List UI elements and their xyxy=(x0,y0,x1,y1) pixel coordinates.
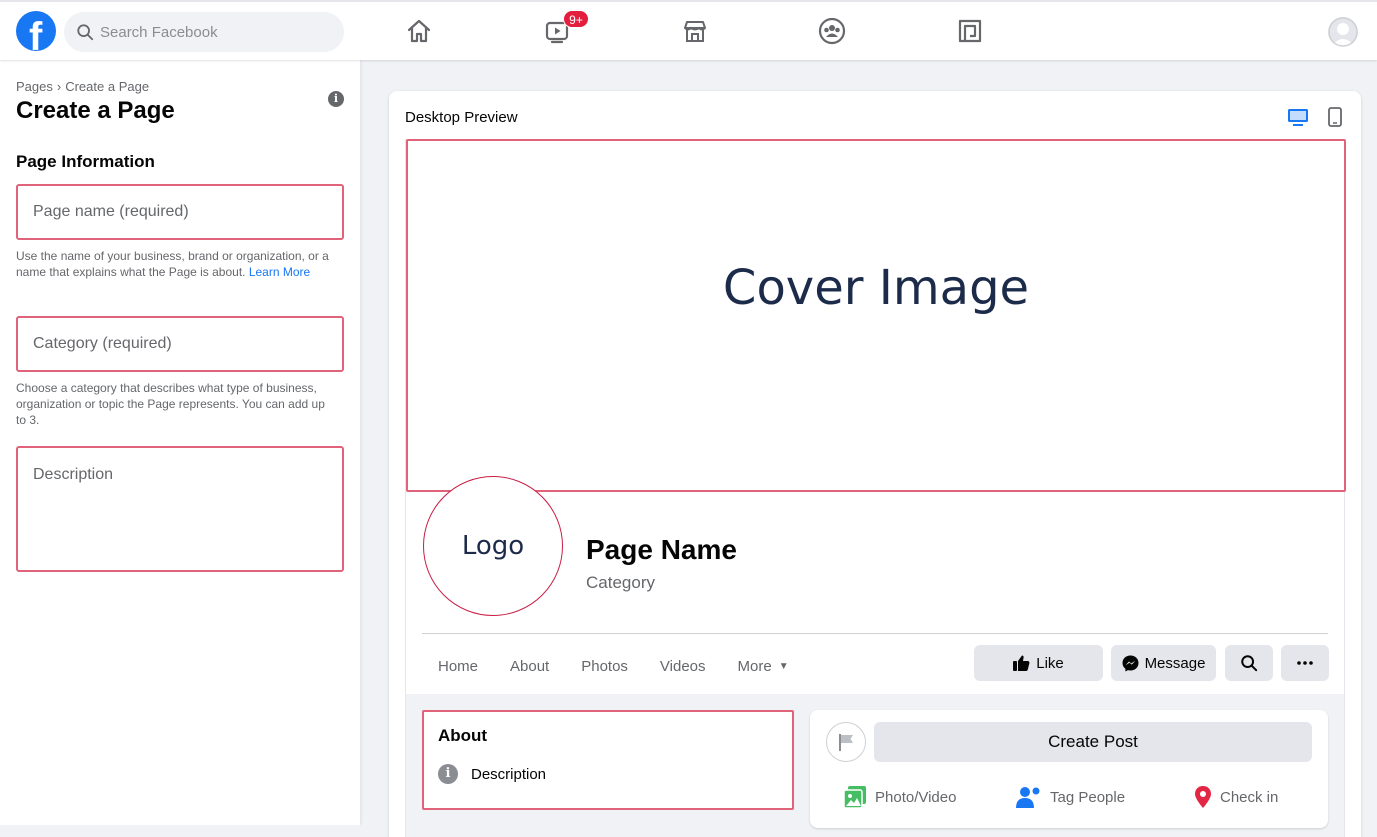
preview-tabs: Home About Photos Videos More ▼ xyxy=(422,646,821,686)
sidebar-footer-strip xyxy=(0,825,360,837)
search-icon xyxy=(77,24,94,41)
groups-icon[interactable] xyxy=(818,17,846,45)
like-button[interactable]: Like xyxy=(974,645,1103,681)
description-field[interactable] xyxy=(16,446,344,572)
about-title: About xyxy=(438,726,488,745)
default-avatar-icon xyxy=(1328,17,1358,47)
info-icon: i xyxy=(438,764,458,784)
description-input[interactable] xyxy=(18,448,342,570)
thumbs-up-icon xyxy=(1013,655,1030,671)
logo-placeholder[interactable]: Logo xyxy=(423,476,563,616)
tab-about[interactable]: About xyxy=(510,658,549,675)
tab-more[interactable]: More ▼ xyxy=(738,658,789,675)
top-navigation-bar: f 9+ xyxy=(0,0,1377,60)
header-divider xyxy=(422,633,1328,634)
caret-down-icon: ▼ xyxy=(778,660,789,672)
about-description: Description xyxy=(471,765,547,783)
watch-notification-badge: 9+ xyxy=(563,10,589,28)
section-heading-page-information: Page Information xyxy=(16,152,155,171)
photo-video-button[interactable]: Photo/Video xyxy=(843,786,956,808)
tag-people-button[interactable]: Tag People xyxy=(1016,786,1125,808)
page-avatar xyxy=(826,722,866,762)
category-help-text: Choose a category that describes what ty… xyxy=(16,381,325,427)
flag-icon xyxy=(839,734,853,751)
cover-image-label: Cover Image xyxy=(722,259,1030,316)
more-options-button[interactable] xyxy=(1281,645,1329,681)
info-icon[interactable]: i xyxy=(328,91,344,107)
breadcrumb-create-page: Create a Page xyxy=(65,79,150,94)
page-title: Create a Page xyxy=(16,97,175,124)
breadcrumb: Pages › Create a Page xyxy=(16,79,150,94)
preview-page-category: Category xyxy=(586,573,655,592)
preview-title: Desktop Preview xyxy=(405,109,518,126)
marketplace-icon[interactable] xyxy=(681,17,709,45)
check-in-button[interactable]: Check in xyxy=(1194,786,1278,808)
message-button[interactable]: Message xyxy=(1111,645,1216,681)
ellipsis-icon xyxy=(1297,661,1313,665)
about-description-row: i Description xyxy=(438,764,546,784)
facebook-logo-icon[interactable]: f xyxy=(16,11,56,51)
search-box[interactable] xyxy=(64,12,344,52)
photo-video-icon xyxy=(843,786,866,808)
logo-label: Logo xyxy=(461,531,525,561)
preview-canvas: Cover Image Logo Page Name Category Home… xyxy=(405,139,1346,837)
tab-videos[interactable]: Videos xyxy=(660,658,706,675)
create-page-sidebar: Pages › Create a Page Create a Page i Page… xyxy=(0,60,360,825)
cover-image-placeholder[interactable]: Cover Image xyxy=(406,139,1346,492)
learn-more-link[interactable]: Learn More xyxy=(249,265,310,279)
page-name-field[interactable] xyxy=(16,184,344,240)
page-name-input[interactable] xyxy=(18,203,342,221)
home-icon[interactable] xyxy=(405,17,433,45)
search-input[interactable] xyxy=(100,23,320,41)
create-post-card: Create Post Photo/Video Tag People Check… xyxy=(810,710,1328,828)
about-card: About i Description xyxy=(422,710,794,810)
location-pin-icon xyxy=(1195,786,1211,808)
category-field[interactable] xyxy=(16,316,344,372)
category-input[interactable] xyxy=(18,335,342,353)
messenger-icon xyxy=(1122,655,1139,671)
page-preview-card: Desktop Preview Cover Image Logo Page Na… xyxy=(389,91,1361,837)
search-page-button[interactable] xyxy=(1225,645,1273,681)
page-name-help-text: Use the name of your business, brand or … xyxy=(16,249,329,279)
mobile-icon[interactable] xyxy=(1323,106,1347,128)
desktop-icon[interactable] xyxy=(1286,106,1310,128)
search-icon xyxy=(1241,655,1258,672)
gaming-icon[interactable] xyxy=(956,17,984,45)
tab-home[interactable]: Home xyxy=(422,658,478,675)
tag-people-icon xyxy=(1016,787,1040,808)
preview-page-name: Page Name xyxy=(586,534,737,565)
profile-avatar[interactable] xyxy=(1328,17,1358,47)
preview-page-header: Cover Image Logo Page Name Category Home… xyxy=(406,139,1346,694)
create-post-button[interactable]: Create Post xyxy=(874,722,1312,762)
breadcrumb-pages[interactable]: Pages xyxy=(16,79,53,94)
tab-photos[interactable]: Photos xyxy=(581,658,628,675)
